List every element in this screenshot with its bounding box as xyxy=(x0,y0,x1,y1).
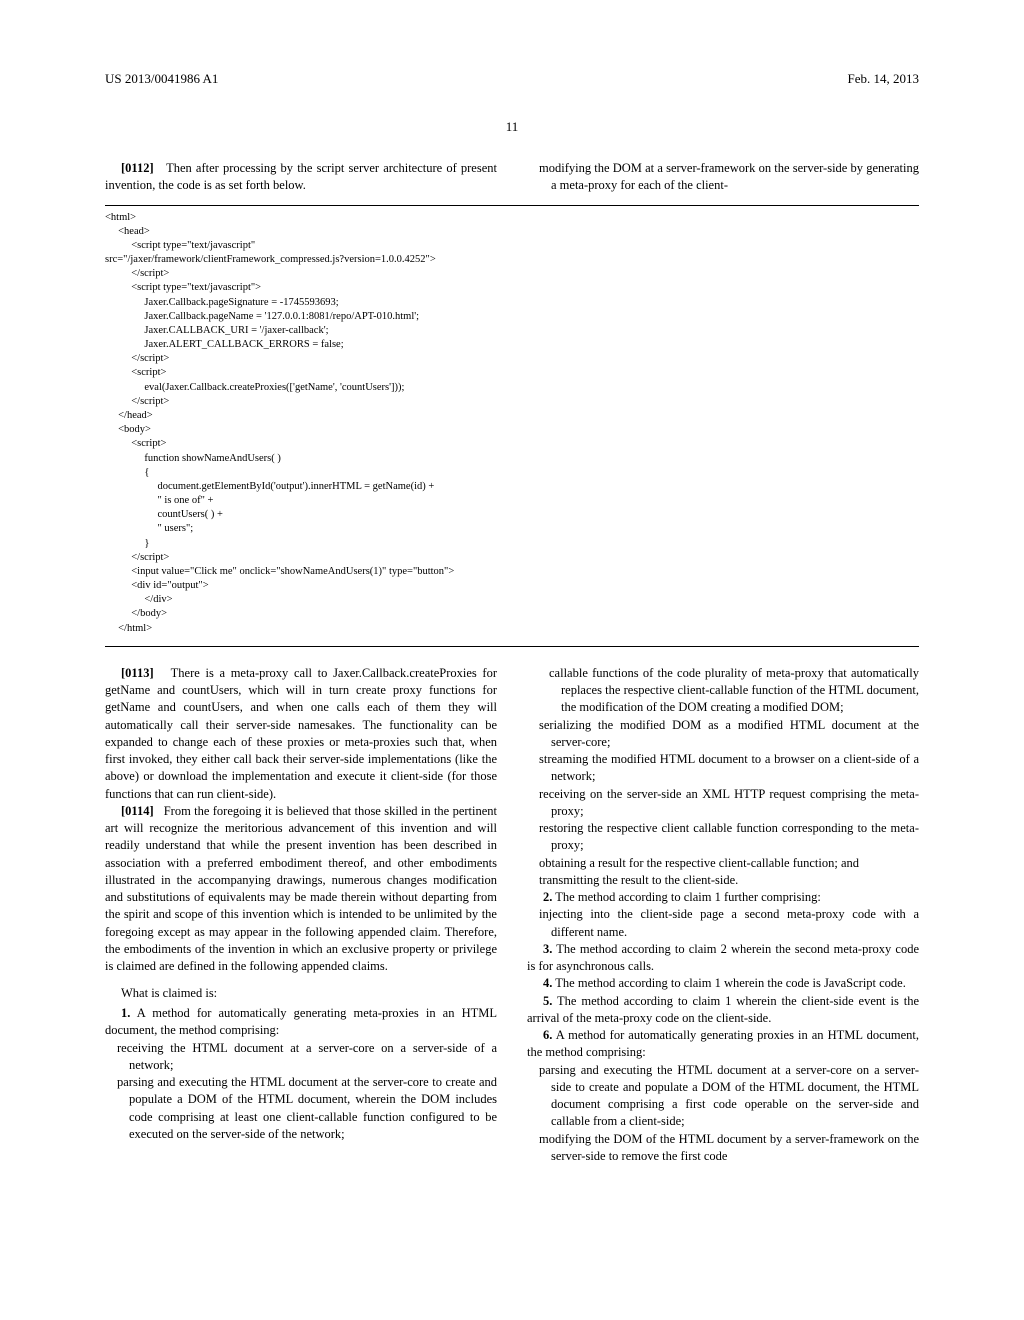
claim-number: 6. xyxy=(543,1028,552,1042)
publication-number: US 2013/0041986 A1 xyxy=(105,70,218,88)
claims-heading: What is claimed is: xyxy=(105,985,497,1002)
claim-text: The method according to claim 1 wherein … xyxy=(527,994,919,1025)
claim-1-step-c: serializing the modified DOM as a modifi… xyxy=(527,717,919,752)
para-number: [0112] xyxy=(121,161,154,175)
left-column: [0113] There is a meta-proxy call to Jax… xyxy=(105,665,497,1165)
code-content: <html> <head> <script type="text/javascr… xyxy=(105,211,919,636)
code-rule-top xyxy=(105,205,919,206)
page-header: US 2013/0041986 A1 Feb. 14, 2013 xyxy=(105,70,919,88)
para-text: Then after processing by the script serv… xyxy=(105,161,497,192)
right-continuation-top: modifying the DOM at a server-framework … xyxy=(527,160,919,195)
claim-number: 4. xyxy=(543,976,552,990)
claim-number: 1. xyxy=(121,1006,130,1020)
claim-6: 6. A method for automatically generating… xyxy=(527,1027,919,1062)
paragraph-0112: [0112] Then after processing by the scri… xyxy=(105,160,497,195)
claim-6-step-b: modifying the DOM of the HTML document b… xyxy=(527,1131,919,1166)
claim-1-step-a: receiving the HTML document at a server-… xyxy=(105,1040,497,1075)
paragraph-0113: [0113] There is a meta-proxy call to Jax… xyxy=(105,665,497,803)
claim-number: 3. xyxy=(543,942,552,956)
claim-text: A method for automatically generating pr… xyxy=(527,1028,919,1059)
claim-number: 2. xyxy=(543,890,552,904)
claim-1-step-b: parsing and executing the HTML document … xyxy=(105,1074,497,1143)
claim-text: A method for automatically generating me… xyxy=(105,1006,497,1037)
claim-1-step-d: streaming the modified HTML document to … xyxy=(527,751,919,786)
para-text: From the foregoing it is believed that t… xyxy=(105,804,497,973)
claim-1-cont-a: callable functions of the code plurality… xyxy=(527,665,919,717)
two-columns: [0113] There is a meta-proxy call to Jax… xyxy=(105,665,919,1165)
claim-2-step-a: injecting into the client-side page a se… xyxy=(527,906,919,941)
claim-1-step-f: restoring the respective client callable… xyxy=(527,820,919,855)
claim-1-step-g: obtaining a result for the respective cl… xyxy=(527,855,919,872)
para-number: [0114] xyxy=(121,804,154,818)
claim-text: The method according to claim 2 wherein … xyxy=(527,942,919,973)
claim-2: 2. The method according to claim 1 furth… xyxy=(527,889,919,906)
claim-5: 5. The method according to claim 1 where… xyxy=(527,993,919,1028)
top-row: [0112] Then after processing by the scri… xyxy=(105,160,919,195)
claim-number: 5. xyxy=(543,994,552,1008)
claim-4: 4. The method according to claim 1 where… xyxy=(527,975,919,992)
code-listing: <html> <head> <script type="text/javascr… xyxy=(105,205,919,647)
right-column: callable functions of the code plurality… xyxy=(527,665,919,1165)
claim-1-step-h: transmitting the result to the client-si… xyxy=(527,872,919,889)
publication-date: Feb. 14, 2013 xyxy=(848,70,920,88)
paragraph-0114: [0114] From the foregoing it is believed… xyxy=(105,803,497,976)
claim-text: The method according to claim 1 wherein … xyxy=(555,976,906,990)
para-number: [0113] xyxy=(121,666,154,680)
page-number: 11 xyxy=(105,118,919,136)
para-text: There is a meta-proxy call to Jaxer.Call… xyxy=(105,666,497,801)
claim-1: 1. A method for automatically generating… xyxy=(105,1005,497,1040)
claim-1-step-e: receiving on the server-side an XML HTTP… xyxy=(527,786,919,821)
claim-3: 3. The method according to claim 2 where… xyxy=(527,941,919,976)
claim-6-step-a: parsing and executing the HTML document … xyxy=(527,1062,919,1131)
claim-text: The method according to claim 1 further … xyxy=(555,890,821,904)
code-rule-bottom xyxy=(105,646,919,647)
